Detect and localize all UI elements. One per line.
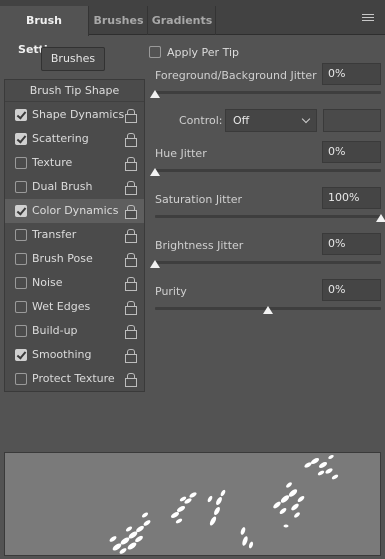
tab-gradients[interactable]: Gradients <box>149 6 216 35</box>
option-protect-texture[interactable]: Protect Texture <box>5 367 144 391</box>
option-dual-brush[interactable]: Dual Brush <box>5 175 144 199</box>
brushes-button[interactable]: Brushes <box>41 47 105 71</box>
lock-icon[interactable] <box>125 325 137 339</box>
purity-label: Purity <box>155 285 187 298</box>
lock-icon[interactable] <box>125 181 137 195</box>
chevron-down-icon <box>301 114 311 124</box>
hue-jitter-field[interactable]: 0% <box>322 141 381 163</box>
option-smoothing[interactable]: Smoothing <box>5 343 144 367</box>
scattering-checkbox[interactable] <box>15 133 27 145</box>
lock-icon[interactable] <box>125 301 137 315</box>
color-dynamics-checkbox[interactable] <box>15 205 27 217</box>
brightness-jitter-slider-thumb[interactable] <box>150 260 160 268</box>
dual-brush-checkbox[interactable] <box>15 181 27 193</box>
option-shape-dynamics[interactable]: Shape Dynamics <box>5 103 144 127</box>
smoothing-checkbox[interactable] <box>15 349 27 361</box>
noise-checkbox[interactable] <box>15 277 27 289</box>
smoothing-label: Smoothing <box>32 348 92 361</box>
option-color-dynamics[interactable]: Color Dynamics <box>5 199 144 223</box>
hue-jitter-slider[interactable] <box>150 168 381 176</box>
apply-per-tip-checkbox[interactable] <box>149 46 161 58</box>
purity-field[interactable]: 0% <box>322 279 381 301</box>
saturation-jitter-label: Saturation Jitter <box>155 193 243 206</box>
brush-pose-checkbox[interactable] <box>15 253 27 265</box>
lock-icon[interactable] <box>125 229 137 243</box>
color-dynamics-label: Color Dynamics <box>32 204 119 217</box>
control-dropdown[interactable]: Off <box>225 109 317 132</box>
option-scattering[interactable]: Scattering <box>5 127 144 151</box>
texture-label: Texture <box>32 156 73 169</box>
lock-icon[interactable] <box>125 133 137 147</box>
brush-pose-label: Brush Pose <box>32 252 93 265</box>
brightness-jitter-label: Brightness Jitter <box>155 239 244 252</box>
wet-edges-checkbox[interactable] <box>15 301 27 313</box>
build-up-label: Build-up <box>32 324 78 337</box>
protect-texture-label: Protect Texture <box>32 372 115 385</box>
apply-per-tip-label: Apply Per Tip <box>167 46 239 59</box>
lock-icon[interactable] <box>125 253 137 267</box>
shape-dynamics-checkbox[interactable] <box>15 109 27 121</box>
noise-label: Noise <box>32 276 63 289</box>
scattering-label: Scattering <box>32 132 89 145</box>
saturation-jitter-field[interactable]: 100% <box>322 187 381 209</box>
fg-bg-jitter-label: Foreground/Background Jitter <box>155 69 317 82</box>
control-secondary-field <box>323 109 381 132</box>
option-transfer[interactable]: Transfer <box>5 223 144 247</box>
purity-slider-thumb[interactable] <box>263 306 273 314</box>
protect-texture-checkbox[interactable] <box>15 373 27 385</box>
lock-icon[interactable] <box>125 109 137 123</box>
lock-icon[interactable] <box>125 157 137 171</box>
transfer-checkbox[interactable] <box>15 229 27 241</box>
control-label: Control: <box>179 114 223 127</box>
hue-jitter-label: Hue Jitter <box>155 147 207 160</box>
panel-tab-bar: Brush Settings Brushes Gradients <box>0 0 385 56</box>
transfer-label: Transfer <box>32 228 77 241</box>
brush-options-list: Brush Tip Shape Shape Dynamics Scattering… <box>4 79 145 392</box>
tab-brush-settings[interactable]: Brush Settings <box>0 6 89 56</box>
brightness-jitter-field[interactable]: 0% <box>322 233 381 255</box>
build-up-checkbox[interactable] <box>15 325 27 337</box>
option-wet-edges[interactable]: Wet Edges <box>5 295 144 319</box>
fg-bg-jitter-slider[interactable] <box>150 90 381 98</box>
tab-brushes[interactable]: Brushes <box>90 6 148 35</box>
brush-tip-shape-item[interactable]: Brush Tip Shape <box>5 80 144 102</box>
lock-icon[interactable] <box>125 277 137 291</box>
lock-icon[interactable] <box>125 205 137 219</box>
dual-brush-label: Dual Brush <box>32 180 93 193</box>
option-brush-pose[interactable]: Brush Pose <box>5 247 144 271</box>
panel-menu-icon[interactable] <box>362 14 374 24</box>
fg-bg-jitter-field[interactable]: 0% <box>322 63 381 85</box>
lock-icon[interactable] <box>125 373 137 387</box>
fg-bg-jitter-slider-thumb[interactable] <box>150 90 160 98</box>
texture-checkbox[interactable] <box>15 157 27 169</box>
control-dropdown-value: Off <box>233 114 250 127</box>
option-build-up[interactable]: Build-up <box>5 319 144 343</box>
hue-jitter-slider-thumb[interactable] <box>150 168 160 176</box>
shape-dynamics-label: Shape Dynamics <box>32 108 125 121</box>
option-texture[interactable]: Texture <box>5 151 144 175</box>
option-noise[interactable]: Noise <box>5 271 144 295</box>
brush-stroke-preview-image <box>109 454 339 554</box>
brush-stroke-preview <box>4 452 381 556</box>
purity-slider[interactable] <box>155 306 381 314</box>
wet-edges-label: Wet Edges <box>32 300 91 313</box>
lock-icon[interactable] <box>125 349 137 363</box>
saturation-jitter-slider[interactable] <box>155 214 385 222</box>
saturation-jitter-slider-thumb[interactable] <box>376 214 385 222</box>
brightness-jitter-slider[interactable] <box>150 260 381 268</box>
